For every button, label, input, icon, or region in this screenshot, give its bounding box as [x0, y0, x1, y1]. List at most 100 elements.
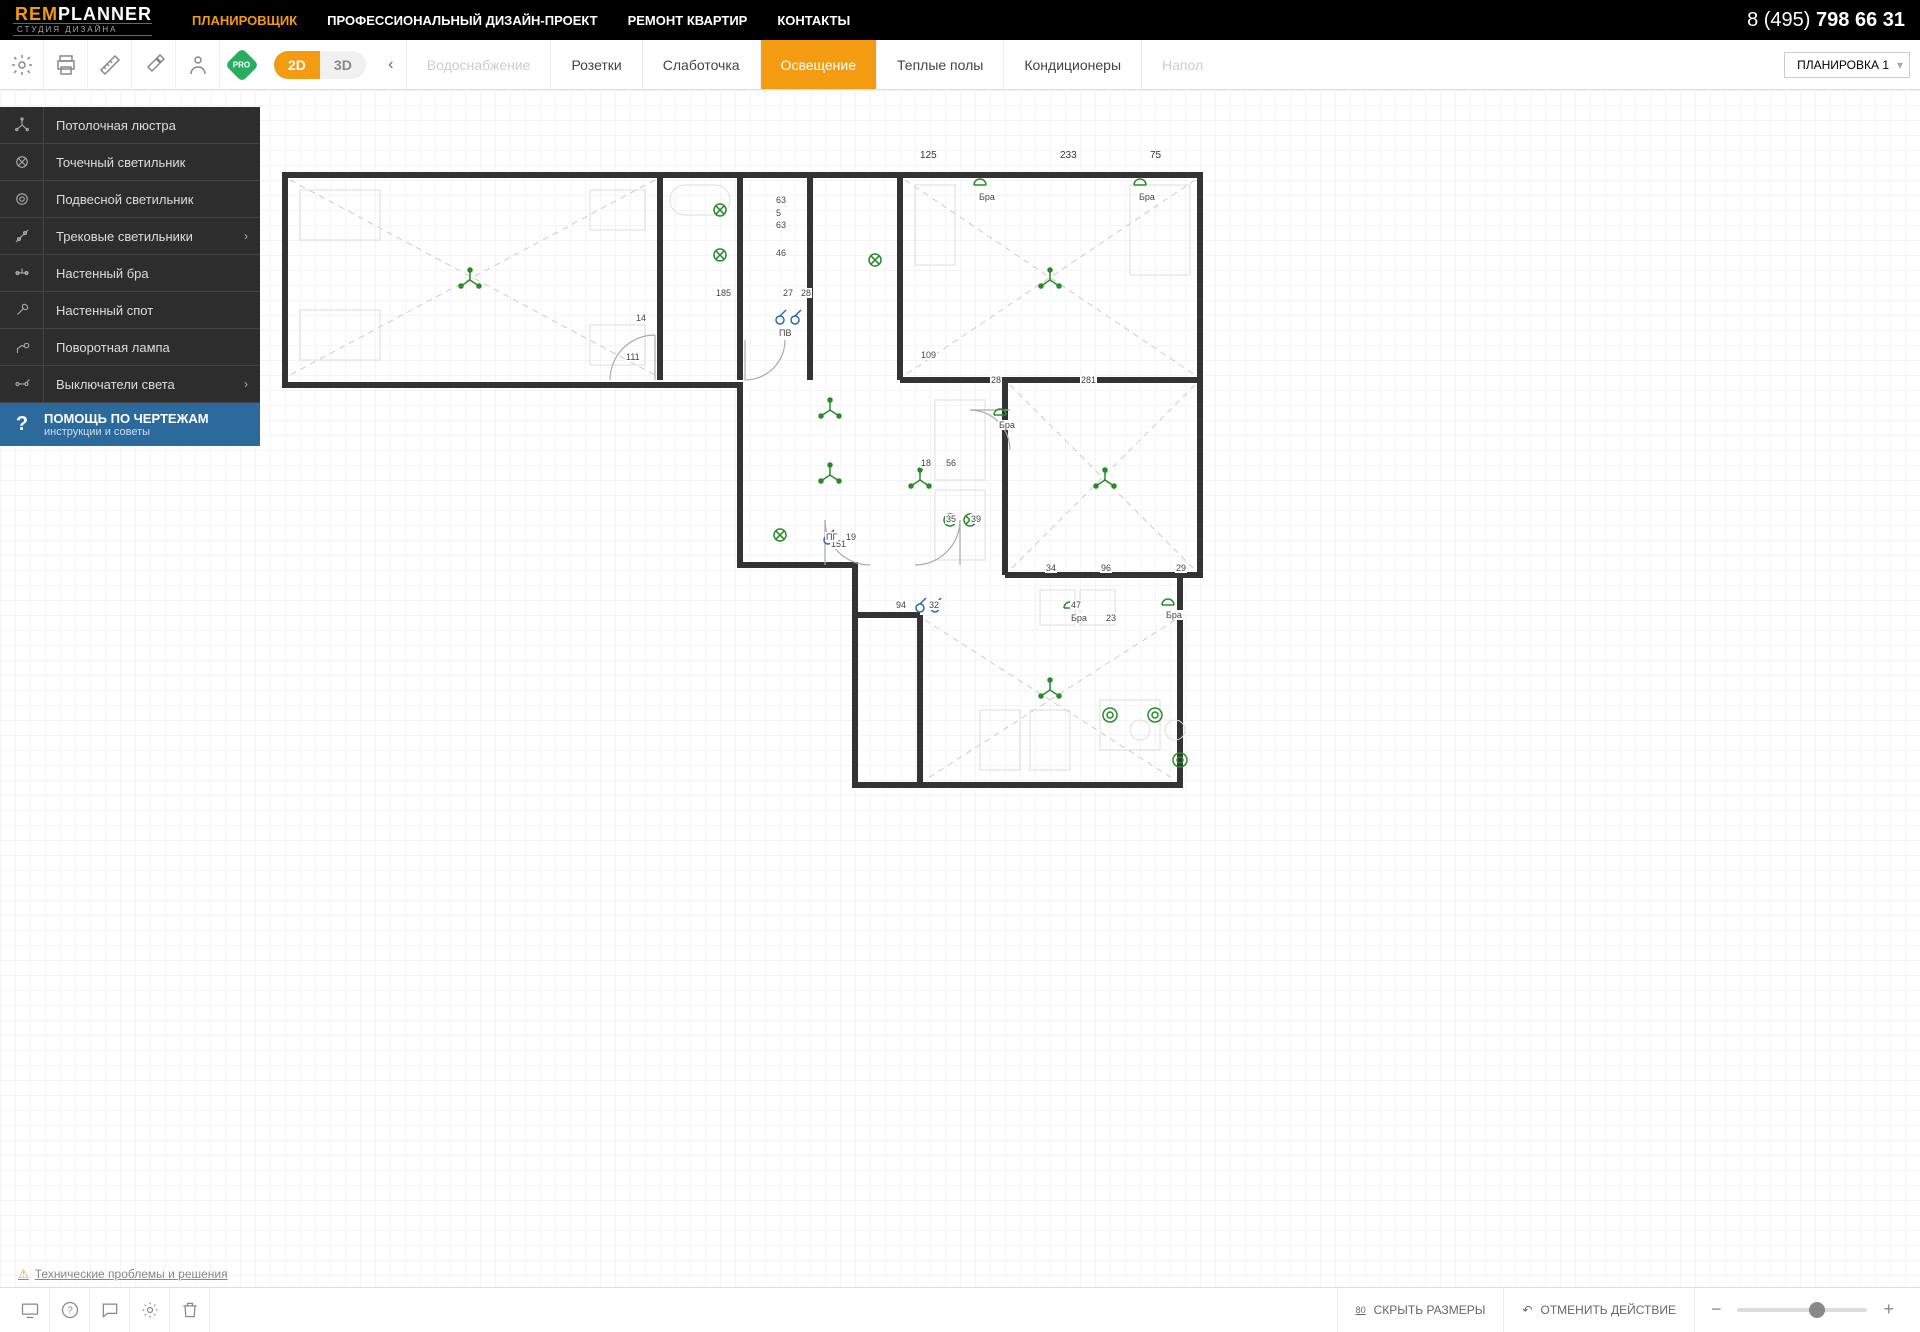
print-icon[interactable]	[44, 40, 88, 90]
settings-icon[interactable]	[0, 40, 44, 90]
chevron-right-icon: ›	[244, 229, 260, 243]
dimension-label: Бра	[1138, 192, 1156, 202]
view-2d-button[interactable]: 2D	[274, 51, 320, 79]
chandelier-icon	[0, 107, 44, 143]
phone-number[interactable]: 8 (495) 798 66 31	[1747, 9, 1905, 32]
track-icon	[0, 218, 44, 254]
toolbar: PRO 2D 3D ‹ Водоснабжение Розетки Слабот…	[0, 40, 1920, 90]
dimension-label: 19	[845, 532, 857, 542]
dimension-label: 94	[895, 600, 907, 610]
dimension-label: 18	[920, 458, 932, 468]
sidebar: Потолочная люстра Точечный светильник По…	[0, 107, 260, 446]
tab-floor[interactable]: Напол	[1141, 40, 1223, 89]
tab-lighting[interactable]: Освещение	[760, 40, 876, 89]
dimension-label: 281	[1080, 375, 1097, 385]
dimension-label: 96	[1100, 563, 1112, 573]
dimension-label: Бра	[998, 420, 1016, 430]
undo-button[interactable]: ↶ ОТМЕНИТЬ ДЕЙСТВИЕ	[1503, 1288, 1694, 1332]
tools-icon[interactable]	[132, 40, 176, 90]
dimension-label: 233	[1060, 150, 1077, 161]
dimension-label: 75	[1150, 150, 1161, 161]
logo-planner: PLANNER	[58, 4, 152, 25]
zoom-in-button[interactable]: +	[1877, 1299, 1900, 1320]
pro-badge[interactable]: PRO	[220, 40, 264, 90]
worker-icon[interactable]	[176, 40, 220, 90]
sidebar-item-wallspot[interactable]: Настенный спот	[0, 292, 260, 329]
layout-dropdown[interactable]: ПЛАНИРОВКА 1	[1784, 52, 1910, 78]
logo-rem: REM	[15, 4, 58, 25]
sidebar-item-track[interactable]: Трековые светильники›	[0, 218, 260, 255]
tab-ac[interactable]: Кондиционеры	[1003, 40, 1141, 89]
nav-contacts[interactable]: КОНТАКТЫ	[777, 13, 850, 28]
undo-icon: ↶	[1522, 1303, 1532, 1317]
swivel-icon	[0, 329, 44, 365]
tab-heating[interactable]: Теплые полы	[876, 40, 1003, 89]
sidebar-help[interactable]: ? ПОМОЩЬ ПО ЧЕРТЕЖАМ инструкции и советы	[0, 403, 260, 446]
wallspot-icon	[0, 292, 44, 328]
tab-lowvolt[interactable]: Слаботочка	[642, 40, 760, 89]
spotlight-icon	[0, 144, 44, 180]
top-nav: REM PLANNER СТУДИЯ ДИЗАЙНА ПЛАНИРОВЩИК П…	[0, 0, 1920, 40]
dimension-label: 27	[782, 288, 794, 298]
dimension-label: 185	[715, 288, 732, 298]
nav-planner[interactable]: ПЛАНИРОВЩИК	[192, 13, 297, 28]
nav-renovation[interactable]: РЕМОНТ КВАРТИР	[628, 13, 748, 28]
dimension-label: 28	[990, 375, 1002, 385]
logo[interactable]: REM PLANNER СТУДИЯ ДИЗАЙНА	[15, 4, 152, 36]
hide-dimensions-button[interactable]: 80 СКРЫТЬ РАЗМЕРЫ	[1337, 1288, 1504, 1332]
problems-link[interactable]: ⚠ Технические проблемы и решения	[18, 1267, 228, 1281]
dimension-label: 111	[625, 352, 641, 362]
dimension-label: 28	[800, 288, 812, 298]
sidebar-item-chandelier[interactable]: Потолочная люстра	[0, 107, 260, 144]
trash-icon[interactable]	[170, 1288, 210, 1332]
sconce-icon	[0, 255, 44, 291]
zoom-control: − +	[1694, 1288, 1910, 1332]
svg-text:?: ?	[67, 1305, 73, 1316]
pendant-icon	[0, 181, 44, 217]
nav-design[interactable]: ПРОФЕССИОНАЛЬНЫЙ ДИЗАЙН-ПРОЕКТ	[327, 13, 597, 28]
dimension-label: 125	[920, 150, 937, 161]
dimension-label: 56	[945, 458, 957, 468]
dimension-label: 32	[928, 600, 940, 610]
help-circle-icon[interactable]: ?	[50, 1288, 90, 1332]
view-3d-button[interactable]: 3D	[320, 51, 366, 79]
dimension-label: 39	[970, 514, 982, 524]
dimension-label: 63	[775, 195, 787, 205]
switch-icon	[0, 366, 44, 402]
sidebar-item-spotlight[interactable]: Точечный светильник	[0, 144, 260, 181]
sidebar-item-pendant[interactable]: Подвесной светильник	[0, 181, 260, 218]
tabs: ‹ Водоснабжение Розетки Слаботочка Освещ…	[376, 40, 1920, 89]
warning-icon: ⚠	[18, 1267, 29, 1281]
dimension-label: 5	[775, 208, 782, 218]
sidebar-item-swivel[interactable]: Поворотная лампа	[0, 329, 260, 366]
help-icon: ?	[0, 411, 44, 438]
canvas[interactable]: 6356318514111ПВ272846БраБра10928128Бра18…	[0, 90, 1920, 1287]
chat-icon[interactable]	[90, 1288, 130, 1332]
gear-icon[interactable]	[130, 1288, 170, 1332]
logo-sub: СТУДИЯ ДИЗАЙНА	[13, 23, 152, 36]
dimension-label: 35	[945, 514, 957, 524]
dimension-label: ПГ	[825, 532, 838, 542]
zoom-slider[interactable]	[1737, 1308, 1867, 1312]
dimension-label: 109	[920, 350, 937, 360]
dimension-label: Бра	[1165, 610, 1183, 620]
zoom-out-button[interactable]: −	[1705, 1299, 1728, 1320]
sidebar-item-switches[interactable]: Выключатели света›	[0, 366, 260, 403]
sidebar-item-sconce[interactable]: Настенный бра	[0, 255, 260, 292]
screen-icon[interactable]	[10, 1288, 50, 1332]
view-toggle: 2D 3D	[274, 51, 366, 79]
dimension-label: 34	[1045, 563, 1057, 573]
chevron-right-icon: ›	[244, 377, 260, 391]
dimension-label: 23	[1105, 613, 1117, 623]
nav-items: ПЛАНИРОВЩИК ПРОФЕССИОНАЛЬНЫЙ ДИЗАЙН-ПРОЕ…	[192, 13, 850, 28]
tab-water[interactable]: Водоснабжение	[406, 40, 551, 89]
bottom-bar: ? 80 СКРЫТЬ РАЗМЕРЫ ↶ ОТМЕНИТЬ ДЕЙСТВИЕ …	[0, 1287, 1920, 1331]
ruler-icon[interactable]	[88, 40, 132, 90]
tabs-prev-icon[interactable]: ‹	[376, 40, 406, 89]
floorplan[interactable]: 6356318514111ПВ272846БраБра10928128Бра18…	[280, 170, 1220, 810]
dimension-label: 47	[1070, 600, 1082, 610]
dimension-label: 29	[1175, 563, 1187, 573]
dimension-label: 14	[635, 313, 647, 323]
tab-sockets[interactable]: Розетки	[550, 40, 641, 89]
dimension-label: 46	[775, 248, 787, 258]
